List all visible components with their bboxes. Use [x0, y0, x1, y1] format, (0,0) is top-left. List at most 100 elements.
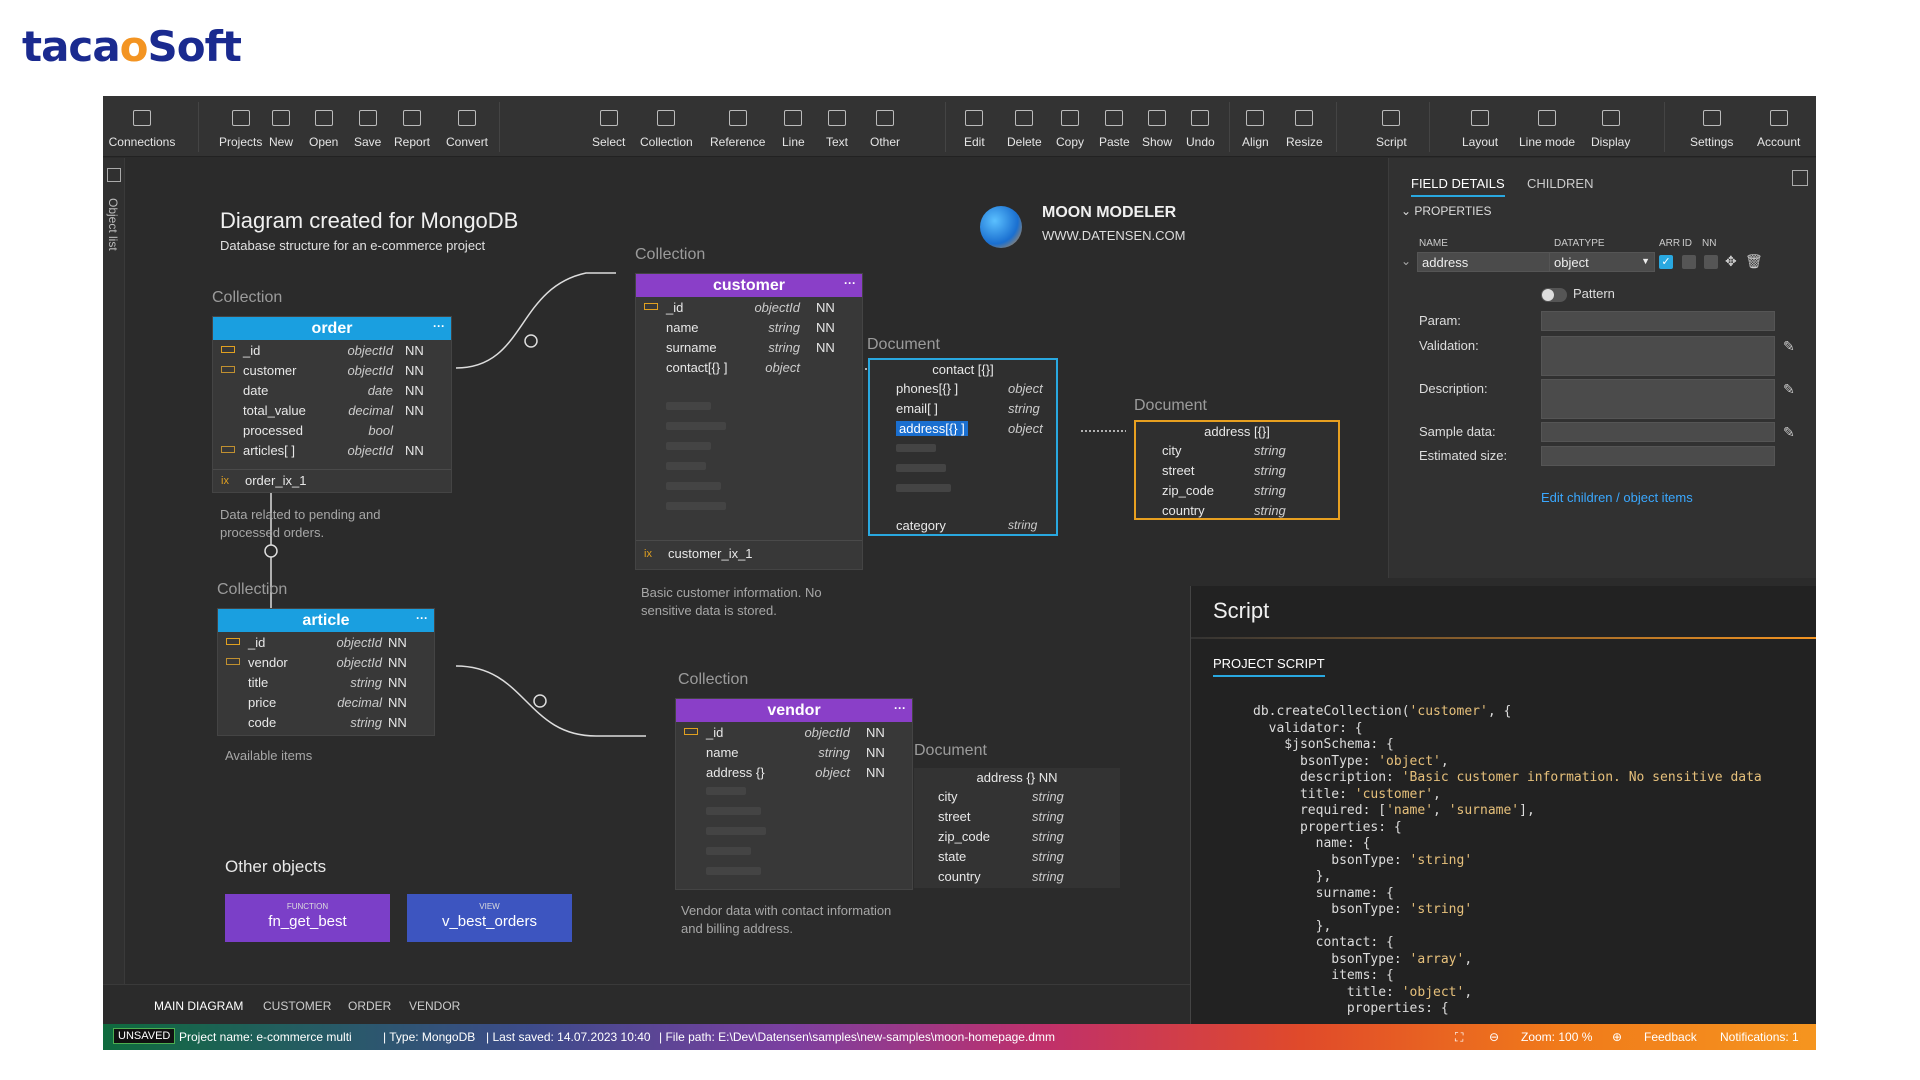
new-button[interactable]: New [263, 96, 299, 157]
tab-field-details[interactable]: FIELD DETAILS [1411, 176, 1505, 197]
table-row[interactable]: title string NN [218, 672, 434, 692]
zoom-in-icon[interactable]: ⊕ [1612, 1030, 1622, 1044]
table-row[interactable]: _id objectId NN [218, 632, 434, 652]
table-row[interactable]: date date NN [213, 380, 451, 400]
table-row[interactable]: price decimal NN [218, 692, 434, 712]
pattern-toggle[interactable] [1541, 288, 1567, 302]
list-item[interactable]: zip_code string [1136, 480, 1338, 500]
list-item[interactable]: country string [1136, 500, 1338, 520]
contact-document[interactable]: contact [{}] phones[{} ] object email[ ] st… [868, 358, 1058, 536]
edit-validation-icon[interactable]: ✎ [1783, 338, 1795, 355]
table-row[interactable]: total_value decimal NN [213, 400, 451, 420]
article-collection[interactable]: article ··· _id objectId NN vendor objectId NN… [217, 608, 435, 736]
list-item[interactable]: street string [1136, 460, 1338, 480]
script-code[interactable]: db.createCollection('customer', { valida… [1253, 704, 1762, 1018]
list-item[interactable]: city string [914, 786, 1120, 806]
list-item[interactable]: country string [914, 866, 1120, 886]
convert-button[interactable]: Convert [440, 96, 494, 157]
report-button[interactable]: Report [388, 96, 436, 157]
list-item[interactable]: state string [914, 846, 1120, 866]
list-item[interactable]: phones[{} ] object [870, 378, 1056, 398]
tab-children[interactable]: CHILDREN [1527, 176, 1593, 191]
properties-section[interactable]: ⌄ PROPERTIES [1401, 204, 1492, 218]
projects-button[interactable]: Projects [213, 96, 268, 157]
edit-description-icon[interactable]: ✎ [1783, 381, 1795, 398]
table-row[interactable]: articles[ ] objectId NN [213, 440, 451, 460]
undo-button[interactable]: Undo [1180, 96, 1221, 157]
settings-button[interactable]: Settings [1684, 96, 1739, 157]
vendor-header[interactable]: vendor ··· [676, 699, 912, 722]
list-item[interactable]: email[ ] string [870, 398, 1056, 418]
line-mode-button[interactable]: Line mode [1513, 96, 1581, 157]
order-collection[interactable]: order ··· _id objectId NN customer objectId NN… [212, 316, 452, 493]
tab-vendor[interactable]: VENDOR [409, 999, 460, 1013]
collection-button[interactable]: Collection [634, 96, 699, 157]
delete-button[interactable]: Delete [1001, 96, 1048, 157]
paste-button[interactable]: Paste [1093, 96, 1136, 157]
order-header[interactable]: order ··· [213, 317, 451, 340]
customer-collection[interactable]: customer ··· _id objectId NN name string NN sur… [635, 273, 863, 570]
table-row[interactable]: surname string NN [636, 337, 862, 357]
table-row[interactable]: _id objectId NN [213, 340, 451, 360]
sample-data-input[interactable] [1541, 422, 1775, 442]
validation-input[interactable] [1541, 336, 1775, 376]
connections-button[interactable]: Connections [107, 96, 177, 157]
vendor-address-document[interactable]: address {} NN city string street string zip_… [914, 768, 1120, 888]
edit-children-link[interactable]: Edit children / object items [1541, 490, 1693, 505]
edit-button[interactable]: Edit [958, 96, 991, 157]
select-button[interactable]: Select [586, 96, 631, 157]
table-row[interactable]: _id objectId NN [636, 297, 862, 317]
zoom-out-icon[interactable]: ⊖ [1489, 1030, 1499, 1044]
customer-header[interactable]: customer ··· [636, 274, 862, 297]
tab-order[interactable]: ORDER [348, 999, 391, 1013]
list-item[interactable]: street string [914, 806, 1120, 826]
table-row[interactable]: contact[{} ] object [636, 357, 862, 377]
layout-button[interactable]: Layout [1456, 96, 1504, 157]
reference-button[interactable]: Reference [704, 96, 771, 157]
move-icon[interactable]: ✥ [1725, 253, 1737, 270]
feedback-link[interactable]: Feedback [1644, 1030, 1697, 1044]
article-header[interactable]: article ··· [218, 609, 434, 632]
table-row[interactable]: vendor objectId NN [218, 652, 434, 672]
notifications[interactable]: Notifications: 1 [1720, 1030, 1799, 1044]
table-row[interactable]: _id objectId NN [676, 722, 912, 742]
show-button[interactable]: Show [1136, 96, 1178, 157]
description-input[interactable] [1541, 379, 1775, 419]
script-button[interactable]: Script [1370, 96, 1413, 157]
vendor-collection[interactable]: vendor ··· _id objectId NN name string NN addre… [675, 698, 913, 890]
table-row[interactable]: customer objectId NN [213, 360, 451, 380]
list-item[interactable]: city string [1136, 440, 1338, 460]
arr-checkbox[interactable]: ✓ [1659, 255, 1673, 269]
param-input[interactable] [1541, 311, 1775, 331]
datatype-select[interactable]: object ▼ [1549, 252, 1655, 272]
align-button[interactable]: Align [1236, 96, 1275, 157]
function-object[interactable]: FUNCTION fn_get_best [225, 894, 390, 942]
table-row[interactable]: name string NN [676, 742, 912, 762]
display-button[interactable]: Display [1585, 96, 1636, 157]
nn-checkbox[interactable] [1704, 255, 1718, 269]
line-button[interactable]: Line [776, 96, 811, 157]
text-button[interactable]: Text [820, 96, 854, 157]
trash-icon[interactable]: 🗑 [1745, 253, 1763, 270]
address-document[interactable]: address [{}] city string street string zip_c… [1134, 420, 1340, 520]
estimated-size-input[interactable] [1541, 446, 1775, 466]
resize-button[interactable]: Resize [1280, 96, 1329, 157]
edit-sample-icon[interactable]: ✎ [1783, 424, 1795, 441]
view-object[interactable]: VIEW v_best_orders [407, 894, 572, 942]
table-row[interactable]: address {} object NN [676, 762, 912, 782]
save-button[interactable]: Save [348, 96, 387, 157]
fullscreen-icon[interactable]: ⛶ [1455, 1030, 1463, 1045]
id-checkbox[interactable] [1682, 255, 1696, 269]
table-row[interactable]: code string NN [218, 712, 434, 732]
open-button[interactable]: Open [303, 96, 344, 157]
account-button[interactable]: Account [1751, 96, 1806, 157]
object-list-sidebar[interactable]: Object list [103, 158, 125, 1024]
table-row[interactable]: name string NN [636, 317, 862, 337]
panel-layout-icon[interactable] [1792, 170, 1808, 186]
list-item[interactable]: address[{} ] object [870, 418, 1056, 438]
panel-toggle-icon[interactable] [107, 168, 121, 182]
tab-main-diagram[interactable]: MAIN DIAGRAM [154, 999, 243, 1013]
other-button[interactable]: Other [864, 96, 906, 157]
list-item[interactable]: zip_code string [914, 826, 1120, 846]
tab-project-script[interactable]: PROJECT SCRIPT [1213, 656, 1325, 677]
